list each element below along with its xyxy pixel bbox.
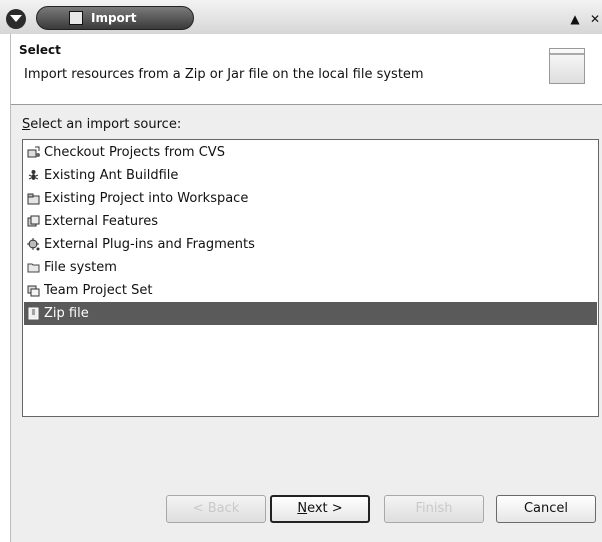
cancel-button[interactable]: Cancel — [496, 495, 596, 523]
close-button[interactable]: ✕ — [588, 12, 602, 26]
finish-button[interactable]: Finish — [384, 495, 484, 523]
cvs-checkout-icon — [27, 146, 40, 158]
ant-icon — [28, 170, 39, 180]
list-item-external-features[interactable]: External Features — [24, 210, 597, 233]
list-item-external-plugins[interactable]: External Plug-ins and Fragments — [24, 233, 597, 256]
list-item-existing-project[interactable]: Existing Project into Workspace — [24, 187, 597, 210]
list-item-label: Existing Project into Workspace — [44, 191, 249, 206]
window-menu-button[interactable] — [6, 9, 26, 29]
title-bar: Import ▲ ✕ — [0, 0, 602, 35]
window-title: Import — [91, 11, 137, 25]
list-item-label: External Plug-ins and Fragments — [44, 237, 255, 252]
window-title-pill: Import — [36, 6, 194, 30]
app-icon — [69, 11, 83, 25]
wizard-header: Select Import resources from a Zip or Ja… — [11, 34, 602, 105]
list-item-ant[interactable]: Existing Ant Buildfile — [24, 164, 597, 187]
import-source-list[interactable]: Checkout Projects from CVS Existing Ant … — [22, 139, 599, 417]
window-left-edge — [0, 34, 11, 542]
list-item-label: Team Project Set — [44, 283, 153, 298]
list-item-cvs[interactable]: Checkout Projects from CVS — [24, 141, 597, 164]
list-item-label: External Features — [44, 214, 158, 229]
wizard-content: Select an import source: Checkout Projec… — [11, 105, 602, 542]
plugin-icon — [27, 238, 40, 251]
list-item-zip-file[interactable]: Zip file — [24, 302, 597, 325]
back-button[interactable]: < Back — [166, 495, 266, 523]
list-item-file-system[interactable]: File system — [24, 256, 597, 279]
list-item-team-project-set[interactable]: Team Project Set — [24, 279, 597, 302]
list-item-label: Existing Ant Buildfile — [44, 168, 179, 183]
folder-icon — [27, 263, 40, 273]
page-title: Select — [19, 43, 61, 57]
list-item-label: Zip file — [44, 306, 89, 321]
feature-icon — [27, 215, 40, 227]
wizard-banner-icon — [549, 48, 585, 84]
chevron-down-icon — [10, 15, 22, 22]
zip-file-icon — [28, 307, 39, 320]
list-item-label: Checkout Projects from CVS — [44, 145, 225, 160]
team-project-icon — [27, 285, 40, 297]
import-source-label: Select an import source: — [22, 117, 182, 132]
maximize-button[interactable]: ▲ — [568, 12, 582, 26]
next-button[interactable]: Next > — [270, 495, 370, 523]
project-icon — [27, 193, 40, 205]
list-item-label: File system — [44, 260, 117, 275]
page-description: Import resources from a Zip or Jar file … — [24, 67, 424, 82]
